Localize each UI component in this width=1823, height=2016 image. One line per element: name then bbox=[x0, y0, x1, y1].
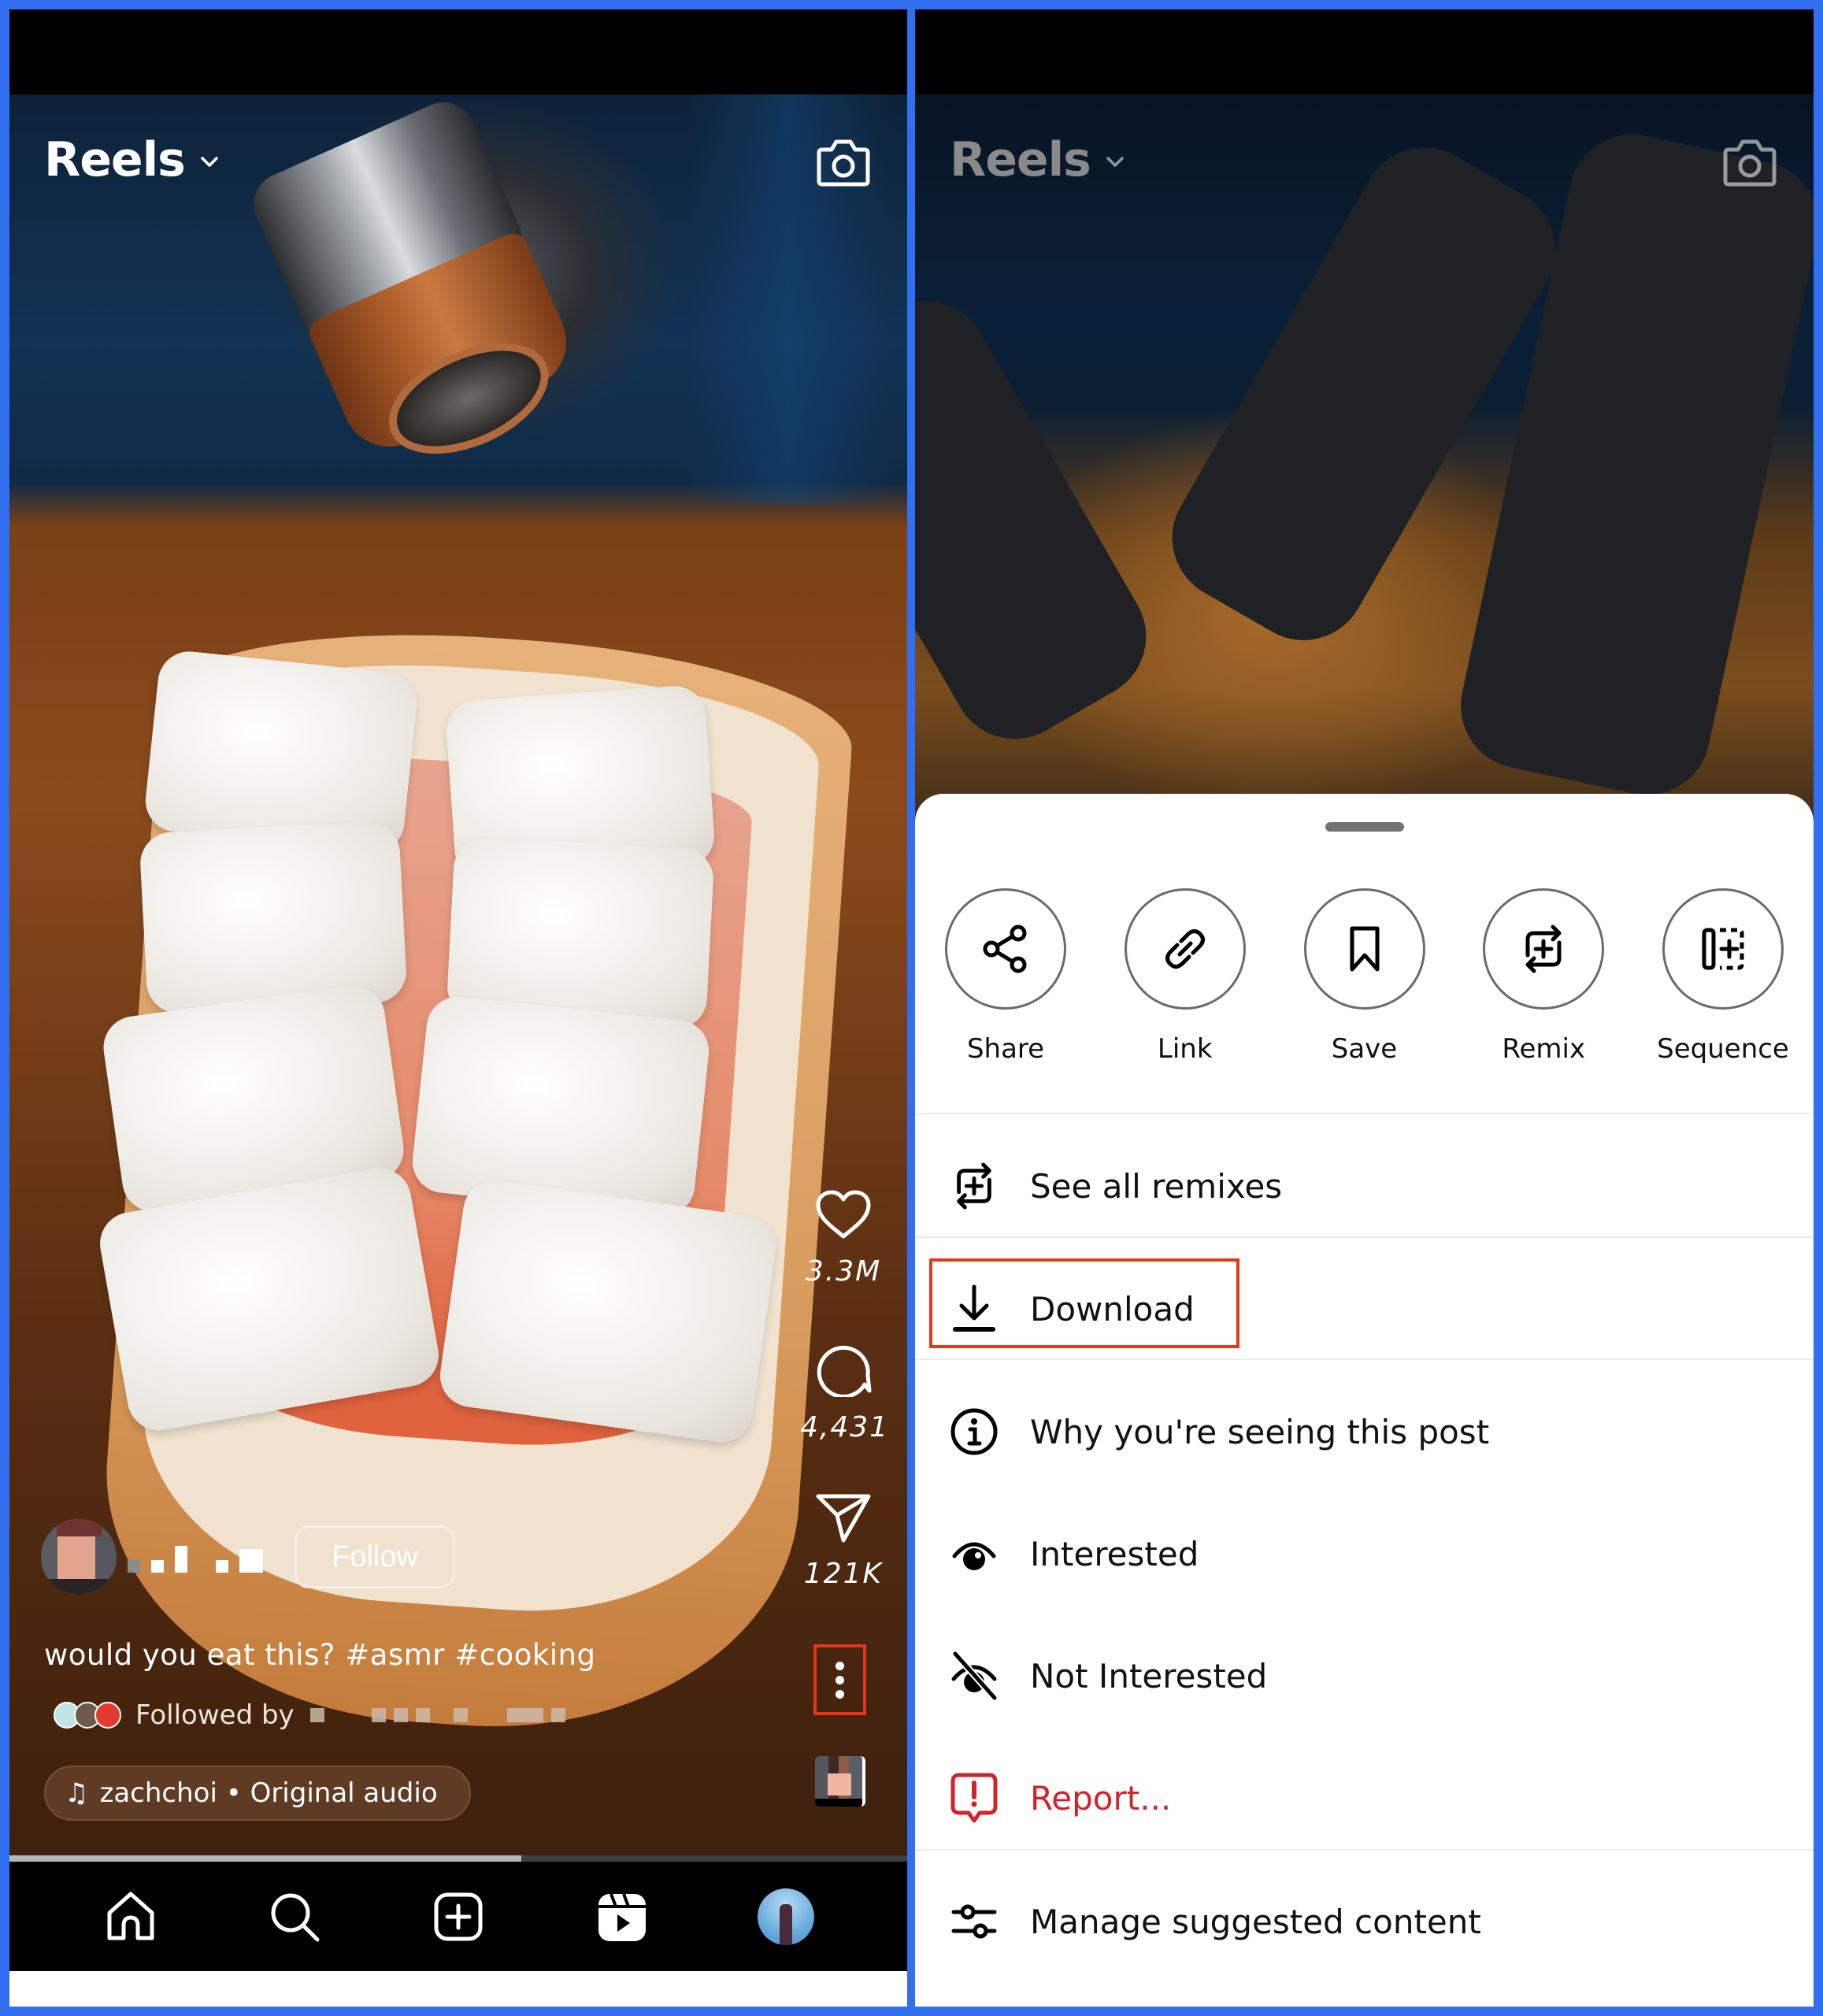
reels-header: Reels bbox=[915, 94, 1814, 236]
menu-label: Not Interested bbox=[1030, 1656, 1268, 1695]
divider bbox=[915, 1236, 1814, 1238]
reel-caption[interactable]: would you eat this? #asmr #cooking bbox=[44, 1638, 595, 1672]
sheet-actions: Share Link Save Remix Sequence bbox=[915, 888, 1814, 1093]
video-progress-fill bbox=[9, 1855, 521, 1862]
divider bbox=[915, 1113, 1814, 1114]
save-action-label: Save bbox=[1331, 1033, 1398, 1065]
reels-title[interactable]: Reels bbox=[44, 132, 186, 187]
status-bar bbox=[9, 9, 907, 94]
share-action[interactable]: Share bbox=[932, 888, 1079, 1093]
video-progress-bar[interactable] bbox=[9, 1855, 907, 1862]
reels-screen: Reels 3.3M 4,431 121K Follow would you e… bbox=[9, 9, 907, 2007]
avatar bbox=[94, 1702, 121, 1729]
menu-label: See all remixes bbox=[1030, 1166, 1283, 1206]
remix-icon bbox=[1525, 925, 1562, 973]
video-cheese bbox=[139, 820, 408, 1015]
author-avatar[interactable] bbox=[41, 1519, 117, 1595]
menu-label: Download bbox=[1030, 1289, 1195, 1329]
menu-not-interested[interactable]: Not Interested bbox=[915, 1629, 1814, 1723]
nav-create[interactable] bbox=[427, 1885, 490, 1948]
bookmark-icon bbox=[1350, 926, 1379, 972]
follower-names-redacted bbox=[309, 1708, 565, 1722]
follow-button[interactable]: Follow bbox=[295, 1525, 455, 1588]
menu-label: Manage suggested content bbox=[1030, 1902, 1481, 1941]
video-cheese bbox=[409, 993, 713, 1220]
link-action[interactable]: Link bbox=[1112, 888, 1258, 1093]
more-options-button[interactable] bbox=[813, 1644, 866, 1715]
like-count: 3.3M bbox=[805, 1255, 882, 1288]
plus-square-icon bbox=[434, 1892, 483, 1940]
author-username-redacted[interactable] bbox=[128, 1541, 263, 1573]
sequence-icon bbox=[1702, 928, 1744, 970]
audio-pill[interactable]: ♫ zachchoi • Original audio bbox=[44, 1766, 471, 1821]
link-action-label: Link bbox=[1157, 1033, 1213, 1065]
menu-label: Interested bbox=[1030, 1534, 1199, 1573]
menu-label: Why you're seeing this post bbox=[1030, 1412, 1490, 1451]
nav-search[interactable] bbox=[263, 1885, 326, 1948]
search-icon bbox=[271, 1893, 320, 1941]
video-cheese bbox=[435, 1176, 780, 1447]
followed-by-label: Followed by bbox=[135, 1699, 295, 1731]
divider bbox=[915, 1849, 1814, 1851]
comment-count: 4,431 bbox=[800, 1411, 890, 1443]
eye-icon bbox=[952, 1542, 996, 1570]
like-button[interactable]: 3.3M bbox=[800, 1189, 887, 1288]
avatar bbox=[758, 1888, 814, 1945]
sequence-action-label: Sequence bbox=[1657, 1033, 1789, 1065]
sheet-drag-handle[interactable] bbox=[1325, 822, 1404, 832]
reels-header: Reels bbox=[9, 94, 907, 236]
menu-see-all-remixes[interactable]: See all remixes bbox=[915, 1139, 1814, 1233]
report-icon bbox=[950, 1773, 998, 1823]
reels-title: Reels bbox=[950, 132, 1091, 187]
nav-reels[interactable] bbox=[591, 1885, 654, 1948]
comment-button[interactable]: 4,431 bbox=[800, 1340, 887, 1443]
gesture-bar-area bbox=[9, 1971, 907, 2007]
menu-interested[interactable]: Interested bbox=[915, 1506, 1814, 1601]
video-glove bbox=[915, 277, 1169, 762]
menu-label: Report... bbox=[1030, 1778, 1172, 1818]
menu-download[interactable]: Download bbox=[915, 1262, 1814, 1356]
share-icon bbox=[983, 925, 1027, 973]
menu-report[interactable]: Report... bbox=[915, 1751, 1814, 1845]
send-icon bbox=[816, 1494, 871, 1543]
options-bottom-sheet: Share Link Save Remix Sequence See all r… bbox=[915, 794, 1814, 2007]
bottom-nav bbox=[9, 1862, 907, 1971]
link-icon bbox=[1165, 929, 1205, 969]
audio-thumbnail[interactable] bbox=[815, 1756, 865, 1807]
send-button[interactable]: 121K bbox=[800, 1492, 887, 1590]
followed-by-row[interactable]: Followed by bbox=[54, 1699, 565, 1731]
eye-off-icon bbox=[951, 1651, 998, 1700]
save-action[interactable]: Save bbox=[1291, 888, 1438, 1093]
chevron-down-icon bbox=[1106, 157, 1124, 167]
heart-icon bbox=[816, 1190, 871, 1239]
audio-label: zachchoi • Original audio bbox=[99, 1777, 438, 1809]
nav-home[interactable] bbox=[99, 1885, 162, 1948]
author-row: Follow bbox=[41, 1519, 455, 1595]
share-count: 121K bbox=[803, 1558, 884, 1590]
more-vertical-icon bbox=[836, 1661, 844, 1670]
remix-action[interactable]: Remix bbox=[1470, 888, 1617, 1093]
camera-icon bbox=[1723, 139, 1777, 187]
remix-action-label: Remix bbox=[1502, 1033, 1586, 1065]
music-note-icon: ♫ bbox=[65, 1777, 89, 1809]
info-icon bbox=[950, 1408, 998, 1455]
status-bar bbox=[915, 9, 1814, 94]
nav-profile[interactable] bbox=[754, 1885, 817, 1948]
remix-icon bbox=[957, 1162, 991, 1210]
comment-icon bbox=[817, 1345, 872, 1397]
download-icon bbox=[953, 1284, 995, 1332]
home-icon bbox=[107, 1892, 154, 1940]
share-action-label: Share bbox=[966, 1033, 1045, 1065]
divider bbox=[915, 1358, 1814, 1360]
menu-why-seeing-post[interactable]: Why you're seeing this post bbox=[915, 1384, 1814, 1479]
chevron-down-icon[interactable] bbox=[198, 150, 221, 173]
reels-icon bbox=[598, 1892, 646, 1941]
sliders-icon bbox=[951, 1904, 997, 1939]
camera-icon[interactable] bbox=[816, 135, 871, 187]
follower-avatars bbox=[54, 1702, 121, 1729]
sequence-action[interactable]: Sequence bbox=[1650, 888, 1796, 1093]
reels-screen-with-menu: Reels Share Link Save Remix Sequence See… bbox=[915, 9, 1814, 2007]
menu-manage-suggested-content[interactable]: Manage suggested content bbox=[915, 1874, 1814, 1969]
